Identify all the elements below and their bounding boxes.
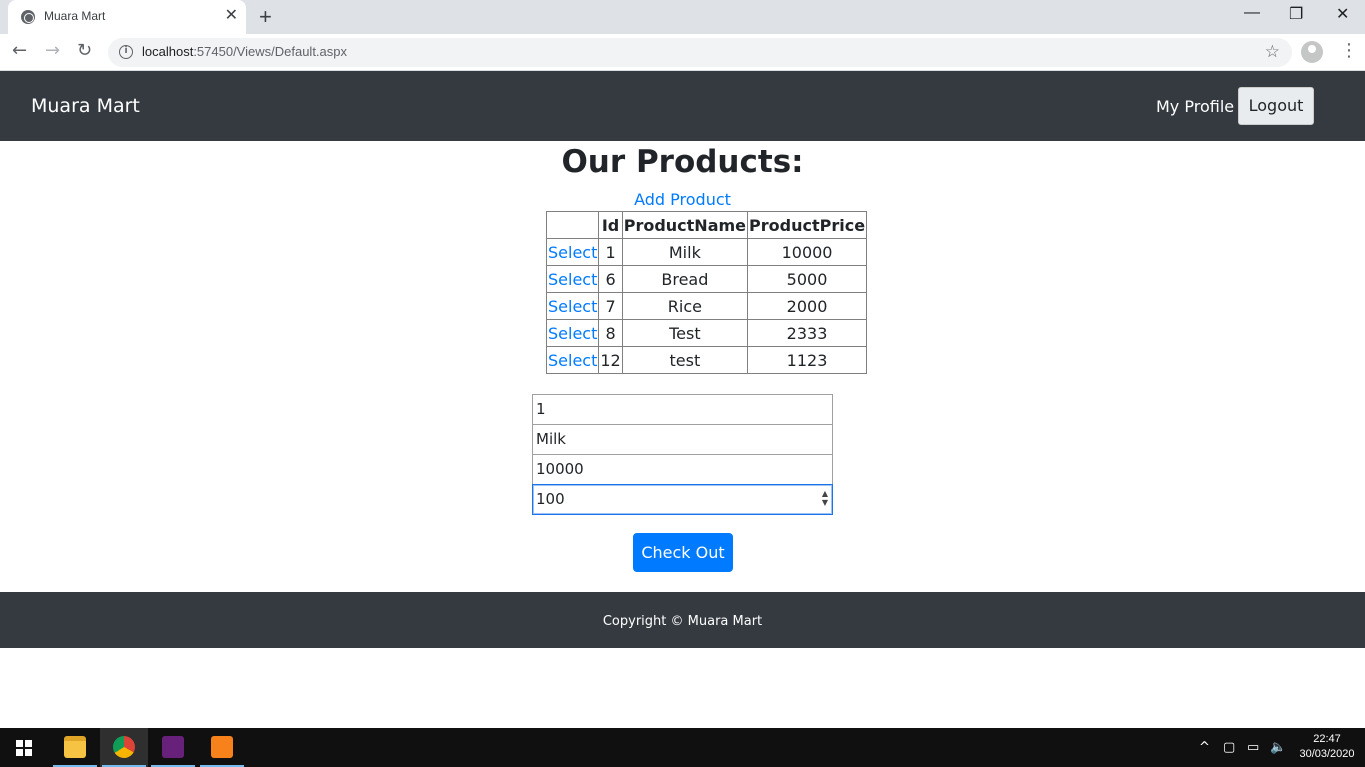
table-cell-name: Milk (621, 238, 749, 266)
table-cell-name: test (621, 346, 749, 374)
forward-icon[interactable]: → (45, 41, 60, 61)
logout-button[interactable]: Logout (1238, 87, 1314, 125)
reload-icon[interactable]: ↻ (77, 41, 92, 61)
chrome-icon[interactable] (100, 728, 148, 767)
add-product-link: Add Product (634, 190, 731, 209)
restore-icon[interactable]: ❐ (1289, 4, 1303, 24)
select-link[interactable]: Select (545, 346, 600, 374)
menu-kebab-icon[interactable]: ⋮ (1340, 40, 1358, 62)
table-header: ProductName (621, 211, 749, 239)
table-header: Id (598, 211, 623, 239)
minimize-icon[interactable]: — (1244, 4, 1260, 22)
quantity-value: 100 (536, 490, 565, 508)
spinner-arrows-icon[interactable]: ▲ ▼ (822, 489, 828, 507)
browser-toolbar: ← → ↻ i localhost:57450/Views/Default.as… (0, 34, 1365, 71)
tablet-mode-icon[interactable]: ▢ (1223, 740, 1235, 755)
table-row: Select 12 test 1123 (545, 346, 868, 374)
os-taskbar: ^ ▢ ▭ 🔈 22:47 30/03/2020 (0, 728, 1365, 767)
network-icon[interactable]: ▭ (1247, 740, 1259, 755)
pdf-icon[interactable] (198, 728, 246, 767)
product-price-input[interactable]: 10000 (532, 454, 833, 485)
table-row: Select 7 Rice 2000 (545, 292, 868, 320)
product-name-input[interactable]: Milk (532, 424, 833, 455)
tray-chevron-icon[interactable]: ^ (1199, 740, 1210, 755)
visual-studio-icon[interactable] (149, 728, 197, 767)
table-cell-name: Rice (621, 292, 749, 320)
table-cell-price: 2000 (747, 292, 868, 320)
table-cell-id: 12 (598, 346, 623, 374)
window-close-icon[interactable]: ✕ (1336, 4, 1349, 24)
browser-tab[interactable]: Muara Mart ✕ (8, 0, 246, 34)
select-link[interactable]: Select (545, 292, 600, 320)
select-link[interactable]: Select (545, 319, 600, 347)
globe-icon (21, 10, 35, 24)
page-title: Our Products: (561, 144, 804, 180)
volume-icon[interactable]: 🔈 (1270, 740, 1286, 755)
browser-tab-bar: Muara Mart ✕ + — ❐ ✕ (0, 0, 1365, 34)
table-header (545, 211, 600, 239)
site-footer: Copyright © Muara Mart (0, 592, 1365, 648)
quantity-stepper[interactable]: 100 ▲ ▼ (532, 484, 833, 515)
table-cell-price: 1123 (747, 346, 868, 374)
table-row: Select 8 Test 2333 (545, 319, 868, 347)
info-icon[interactable]: i (119, 45, 133, 59)
clock-date: 30/03/2020 (1299, 748, 1355, 760)
site-navbar: Muara Mart My Profile Logout (0, 71, 1365, 141)
table-cell-name: Bread (621, 265, 749, 293)
tab-title: Muara Mart (44, 9, 106, 23)
copyright-text: Copyright © Muara Mart (602, 614, 763, 629)
table-cell-id: 1 (598, 238, 623, 266)
table-cell-id: 6 (598, 265, 623, 293)
table-header: ProductPrice (747, 211, 868, 239)
table-cell-name: Test (621, 319, 749, 347)
table-row: Select 1 Milk 10000 (545, 238, 868, 266)
table-cell-id: 7 (598, 292, 623, 320)
products-table: Id ProductName ProductPrice Select 1 Mil… (545, 211, 868, 374)
select-link[interactable]: Select (545, 238, 600, 266)
address-bar[interactable]: i localhost:57450/Views/Default.aspx ☆ (108, 38, 1292, 67)
brand-logo[interactable]: Muara Mart (31, 95, 140, 117)
checkout-button[interactable]: Check Out (633, 533, 733, 572)
table-row: Select 6 Bread 5000 (545, 265, 868, 293)
page: Muara Mart My Profile Logout Our Product… (0, 71, 1365, 728)
product-id-input[interactable]: 1 (532, 394, 833, 425)
table-header-row: Id ProductName ProductPrice (545, 211, 868, 239)
bookmark-star-icon[interactable]: ☆ (1265, 42, 1280, 62)
url-text[interactable]: localhost:57450/Views/Default.aspx (142, 44, 347, 59)
my-profile-link[interactable]: My Profile (1156, 97, 1234, 116)
table-cell-price: 5000 (747, 265, 868, 293)
system-clock[interactable]: 22:47 30/03/2020 (1292, 732, 1362, 762)
tab-close-icon[interactable]: ✕ (225, 7, 238, 25)
clock-time: 22:47 (1313, 733, 1341, 745)
back-icon[interactable]: ← (12, 41, 27, 61)
table-cell-price: 10000 (747, 238, 868, 266)
select-link[interactable]: Select (545, 265, 600, 293)
windows-start-icon[interactable] (16, 740, 32, 756)
new-tab-button[interactable]: + (259, 4, 272, 30)
table-cell-price: 2333 (747, 319, 868, 347)
profile-avatar-icon[interactable] (1301, 41, 1323, 63)
table-cell-id: 8 (598, 319, 623, 347)
file-explorer-icon[interactable] (51, 728, 99, 767)
